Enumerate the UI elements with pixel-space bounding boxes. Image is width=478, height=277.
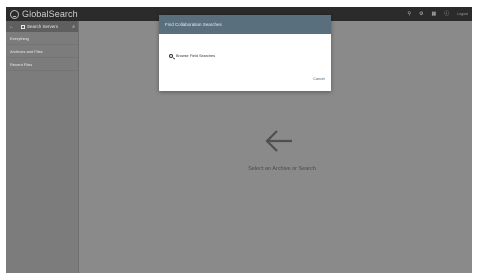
app-title: GlobalSearch	[22, 9, 78, 19]
app-window: GlobalSearch ⚲ ⚙ ▦ ⓘ Logout ← Search Ser…	[6, 7, 472, 273]
sidebar-item-label: Everything	[10, 35, 29, 41]
top-actions: ⚲ ⚙ ▦ ⓘ Logout	[407, 7, 468, 21]
empty-state-message: Select an Archive or Search	[248, 166, 316, 172]
sidebar-item-archives-and-files[interactable]: Archives and Files	[6, 45, 78, 58]
sidebar-header: ← Search Servers ⌕	[6, 21, 78, 32]
dialog-title: Find Collaboration Searches	[165, 22, 222, 27]
collaboration-search-dialog: Find Collaboration Searches Browse Field…	[159, 15, 331, 91]
option-label: Browse Field Searches	[176, 54, 216, 58]
cancel-button[interactable]: Cancel	[313, 77, 325, 81]
filter-icon[interactable]: ⚲	[407, 7, 411, 21]
left-arrow-icon	[265, 130, 292, 152]
browse-field-searches-option[interactable]: Browse Field Searches	[169, 54, 215, 58]
info-icon[interactable]: ⓘ	[444, 7, 449, 21]
back-icon[interactable]: ←	[9, 24, 17, 30]
logout-link[interactable]: Logout	[457, 12, 468, 16]
sidebar-item-label: Recent Files	[10, 61, 33, 67]
globe-logo-icon	[10, 9, 19, 19]
servers-icon	[21, 24, 25, 29]
grid-icon[interactable]: ▦	[432, 7, 437, 21]
sidebar-item-label: Archives and Files	[10, 48, 43, 54]
dialog-header: Find Collaboration Searches	[159, 15, 331, 34]
sidebar-item-recent-files[interactable]: Recent Files	[6, 58, 78, 71]
search-icon[interactable]: ⌕	[72, 24, 75, 30]
sidebar-item-everything[interactable]: Everything	[6, 32, 78, 45]
settings-icon[interactable]: ⚙	[419, 7, 423, 21]
sidebar: ← Search Servers ⌕ Everything Archives a…	[6, 21, 79, 273]
search-icon	[169, 54, 173, 58]
sidebar-header-label[interactable]: Search Servers	[27, 24, 58, 29]
